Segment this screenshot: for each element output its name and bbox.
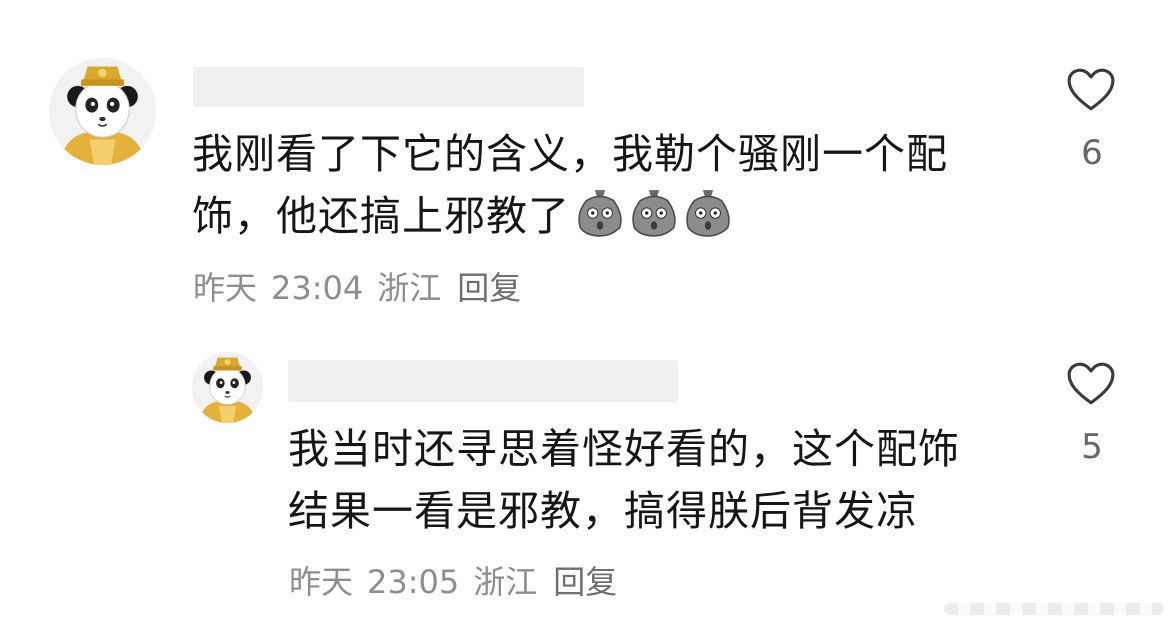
comment-time: 23:05 (367, 563, 460, 601)
comment-line: 我刚看了下它的含义，我勒个骚刚一个配 (192, 130, 948, 178)
reply-button[interactable]: 回复 (457, 269, 521, 307)
reply-button[interactable]: 回复 (553, 563, 617, 601)
comment-meta: 昨天 23:05 浙江 回复 (289, 562, 631, 602)
comment-date: 昨天 (289, 563, 354, 601)
heart-outline-icon[interactable] (1066, 361, 1116, 407)
username-placeholder[interactable] (193, 67, 584, 107)
heart-outline-icon[interactable] (1066, 67, 1116, 113)
comment-line: 我当时还寻思着怪好看的，这个配饰 (288, 425, 960, 473)
comment-line: 饰，他还搞上邪教了 (192, 185, 948, 247)
comment-meta: 昨天 23:04 浙江 回复 (193, 268, 535, 308)
avatar[interactable] (49, 58, 156, 165)
username-placeholder[interactable] (288, 360, 678, 402)
comment-time: 23:04 (271, 269, 364, 307)
watermark (944, 603, 1164, 615)
panda-emperor-avatar-icon (192, 352, 263, 423)
comment-text: 我刚看了下它的含义，我勒个骚刚一个配 饰，他还搞上邪教了 (192, 123, 948, 247)
comment-line: 结果一看是邪教，搞得朕后背发凉 (288, 487, 918, 535)
comment-line-text: 饰，他还搞上邪教了 (192, 192, 570, 240)
shocked-potato-emoji-icon (632, 190, 676, 237)
comment-date: 昨天 (193, 269, 258, 307)
panda-emperor-avatar-icon (49, 58, 156, 165)
like-count: 6 (1081, 133, 1103, 173)
shocked-potato-emoji-icon (578, 190, 622, 237)
comment-location: 浙江 (473, 563, 538, 601)
emoji-group (574, 186, 736, 238)
comment-thread: 我刚看了下它的含义，我勒个骚刚一个配 饰，他还搞上邪教了 昨天 23:04 浙江… (0, 0, 1170, 633)
shocked-potato-emoji-icon (686, 190, 730, 237)
like-count: 5 (1081, 427, 1103, 467)
comment-text: 我当时还寻思着怪好看的，这个配饰 结果一看是邪教，搞得朕后背发凉 (288, 418, 960, 542)
avatar[interactable] (192, 352, 263, 423)
comment-location: 浙江 (377, 269, 442, 307)
